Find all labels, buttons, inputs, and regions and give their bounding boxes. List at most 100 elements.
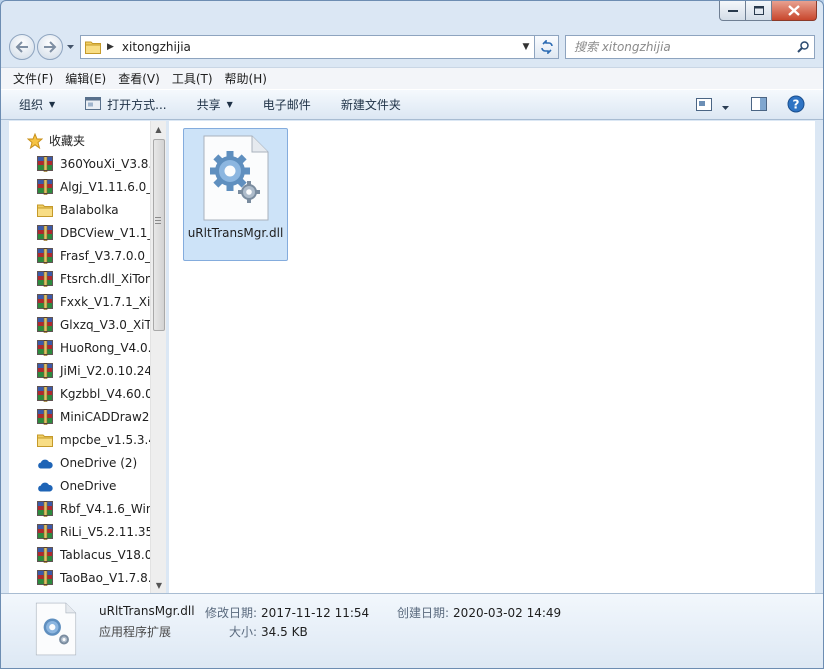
favorites-label: 收藏夹 — [49, 134, 86, 148]
search-icon[interactable] — [792, 41, 814, 53]
winrar-archive-icon — [37, 546, 53, 563]
winrar-archive-icon — [37, 408, 53, 425]
search-input[interactable] — [574, 40, 792, 54]
recent-pages-dropdown[interactable] — [64, 38, 76, 56]
email-button[interactable]: 电子邮件 — [263, 96, 311, 113]
winrar-archive-icon — [37, 362, 53, 379]
nav-scrollbar[interactable]: ▲ ▼ — [150, 121, 166, 593]
nav-item[interactable]: Ftsrch.dll_XiTon — [37, 267, 151, 290]
nav-item-label: Glxzq_V3.0_XiTo — [60, 317, 151, 332]
share-button[interactable]: 共享 ▼ — [197, 96, 233, 113]
details-pane: uRltTransMgr.dll 应用程序扩展 修改日期: 2017-11-12 … — [1, 593, 823, 668]
address-bar[interactable]: ▶ xitongzhijia ▼ — [80, 35, 535, 59]
open-with-button[interactable]: 打开方式... — [85, 96, 167, 113]
nav-item[interactable]: MiniCADDraw20 — [37, 405, 151, 428]
nav-item[interactable]: DBCView_V1.1_ — [37, 221, 151, 244]
winrar-archive-icon — [37, 569, 53, 586]
nav-item[interactable]: HuoRong_V4.0. — [37, 336, 151, 359]
nav-item-label: HuoRong_V4.0. — [60, 340, 151, 355]
scroll-down-arrow-icon[interactable]: ▼ — [151, 577, 166, 593]
nav-item[interactable]: mpcbe_v1.5.3.4 — [37, 428, 151, 451]
created-label: 创建日期: — [397, 606, 450, 620]
nav-item[interactable]: Balabolka — [37, 198, 151, 221]
open-with-label: 打开方式... — [107, 98, 167, 112]
nav-item-label: Fxxk_V1.7.1_XiT — [60, 294, 151, 309]
file-name-label[interactable]: uRltTransMgr.dll — [186, 225, 285, 241]
nav-item[interactable]: Fxxk_V1.7.1_XiT — [37, 290, 151, 313]
share-label: 共享 — [196, 98, 221, 112]
created-value: 2020-03-02 14:49 — [453, 606, 562, 620]
new-folder-label: 新建文件夹 — [340, 98, 401, 112]
address-history-dropdown[interactable]: ▼ — [518, 42, 534, 52]
breadcrumb-separator-icon[interactable]: ▶ — [107, 42, 114, 52]
minimize-button[interactable] — [719, 1, 746, 21]
back-button[interactable] — [9, 34, 35, 60]
new-folder-button[interactable]: 新建文件夹 — [341, 96, 401, 113]
file-list-pane[interactable]: uRltTransMgr.dll — [169, 121, 815, 593]
nav-item[interactable]: Rbf_V4.1.6_Win — [37, 497, 151, 520]
close-icon — [788, 5, 800, 16]
details-file-type: 应用程序扩展 — [99, 625, 172, 639]
favorites-header[interactable]: 收藏夹 — [27, 132, 85, 149]
nav-item-label: 360YouXi_V3.8. — [60, 156, 151, 171]
organize-button[interactable]: 组织 ▼ — [19, 96, 55, 113]
nav-item[interactable]: OneDrive (2) — [37, 451, 151, 474]
view-options-dropdown[interactable] — [722, 99, 729, 113]
menu-edit[interactable]: 编辑(E) — [65, 70, 106, 87]
winrar-archive-icon — [37, 270, 53, 287]
help-button[interactable]: ? — [787, 95, 805, 116]
modified-label: 修改日期: — [205, 606, 258, 620]
nav-item[interactable]: Frasf_V3.7.0.0_X — [37, 244, 151, 267]
winrar-archive-icon — [37, 178, 53, 195]
breadcrumb-current-folder[interactable]: xitongzhijia — [122, 40, 518, 54]
menu-help[interactable]: 帮助(H) — [225, 70, 267, 87]
nav-item[interactable]: Algj_V1.11.6.0_X — [37, 175, 151, 198]
scroll-up-arrow-icon[interactable]: ▲ — [151, 121, 166, 137]
back-arrow-icon — [15, 41, 28, 53]
nav-item-label: Frasf_V3.7.0.0_X — [60, 248, 151, 263]
nav-item[interactable]: 360YouXi_V3.8. — [37, 152, 151, 175]
nav-item[interactable]: OneDrive — [37, 474, 151, 497]
change-view-button[interactable] — [696, 97, 712, 114]
nav-item-label: Rbf_V4.1.6_Win — [60, 501, 151, 516]
menu-view[interactable]: 查看(V) — [118, 70, 160, 87]
search-box[interactable] — [565, 35, 815, 59]
winrar-archive-icon — [37, 224, 53, 241]
menu-file[interactable]: 文件(F) — [13, 70, 53, 87]
nav-item-label: Balabolka — [60, 202, 119, 217]
nav-item[interactable]: Glxzq_V3.0_XiTo — [37, 313, 151, 336]
file-item-selected[interactable]: uRltTransMgr.dll — [183, 128, 288, 261]
menu-tools[interactable]: 工具(T) — [172, 70, 213, 87]
nav-item[interactable]: JiMi_V2.0.10.24_ — [37, 359, 151, 382]
open-with-icon — [85, 96, 102, 113]
nav-item-label: OneDrive (2) — [60, 455, 138, 470]
nav-item-label: Kgzbbl_V4.60.0 — [60, 386, 151, 401]
nav-item[interactable]: Kgzbbl_V4.60.0 — [37, 382, 151, 405]
favorites-list: 360YouXi_V3.8. Algj_V1.11.6.0_X Balabolka D… — [37, 152, 151, 589]
winrar-archive-icon — [37, 523, 53, 540]
view-icon — [696, 97, 712, 111]
nav-item-label: JiMi_V2.0.10.24_ — [60, 363, 151, 378]
menu-bar: 文件(F) 编辑(E) 查看(V) 工具(T) 帮助(H) — [1, 67, 823, 89]
winrar-archive-icon — [37, 339, 53, 356]
nav-item-label: Algj_V1.11.6.0_X — [60, 179, 151, 194]
scrollbar-thumb[interactable] — [153, 139, 165, 331]
window-caption-buttons — [719, 1, 817, 21]
preview-pane-button[interactable] — [751, 97, 767, 114]
onedrive-cloud-icon — [37, 478, 53, 494]
nav-item[interactable]: Tablacus_V18.0 — [37, 543, 151, 566]
nav-item[interactable]: TaoBao_V1.7.8. — [37, 566, 151, 589]
size-value: 34.5 KB — [261, 625, 308, 639]
folder-icon — [85, 41, 101, 54]
forward-button[interactable] — [37, 34, 63, 60]
nav-item[interactable]: RiLi_V5.2.11.354 — [37, 520, 151, 543]
onedrive-cloud-icon — [37, 455, 53, 471]
details-size: 大小: 34.5 KB — [229, 623, 308, 640]
maximize-button[interactable] — [746, 1, 772, 21]
folder-icon — [37, 202, 53, 218]
minimize-icon — [727, 9, 738, 12]
email-label: 电子邮件 — [262, 98, 311, 112]
close-button[interactable] — [772, 1, 817, 21]
refresh-button[interactable] — [535, 35, 559, 59]
nav-item-label: mpcbe_v1.5.3.4 — [60, 432, 151, 447]
